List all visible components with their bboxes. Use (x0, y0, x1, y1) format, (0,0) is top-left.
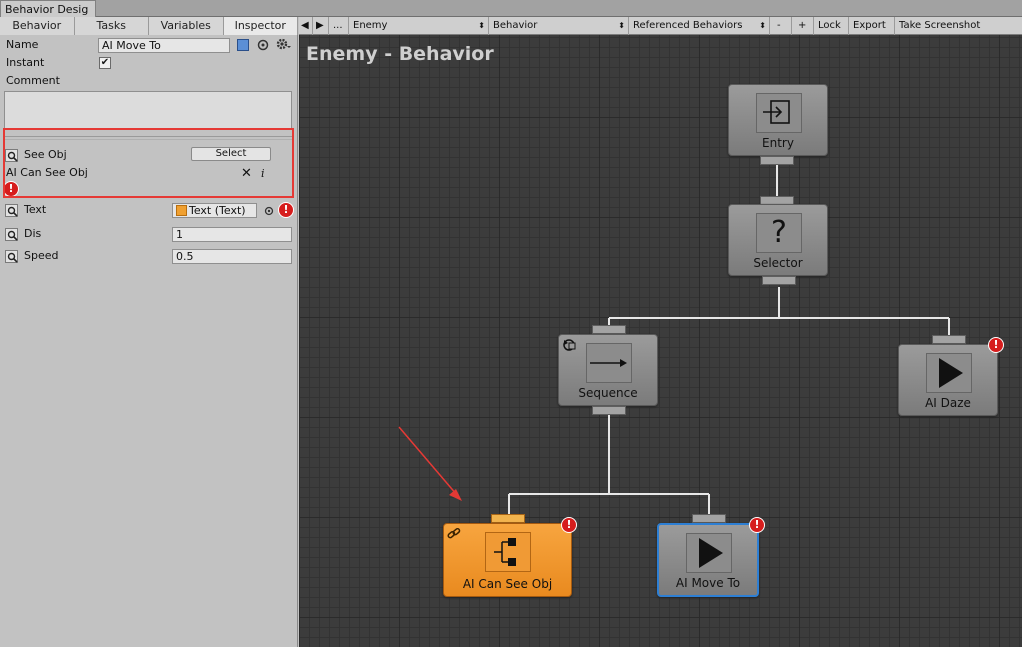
inspector-panel: Behavior Tasks Variables Inspector Name … (0, 17, 298, 647)
error-icon: ! (988, 337, 1004, 353)
target-icon[interactable] (257, 39, 269, 51)
help-icon[interactable] (237, 39, 249, 51)
sequence-node[interactable]: Sequence (558, 334, 658, 406)
speed-field[interactable]: 0.5 (172, 249, 292, 264)
tab-behavior[interactable]: Behavior (0, 17, 75, 35)
text-label: Text (24, 203, 47, 216)
repeat-icon (561, 337, 577, 353)
variable-toggle-icon[interactable] (5, 250, 18, 263)
annotation-arrow (398, 426, 462, 501)
comment-label: Comment (6, 74, 60, 87)
entry-node[interactable]: Entry (728, 84, 828, 156)
highlight-box (3, 128, 294, 198)
selector-icon: ? (756, 213, 802, 253)
dis-field[interactable]: 1 (172, 227, 292, 242)
text-object-value: Text (Text) (189, 204, 246, 217)
ai-move-to-label: AI Move To (675, 576, 741, 590)
tab-inspector[interactable]: Inspector (223, 17, 298, 35)
tab-variables[interactable]: Variables (149, 17, 224, 35)
behavior-graph[interactable]: ◀ ▶ ... Enemy ⬍ Behavior ⬍ Referenced Beha… (299, 17, 1022, 647)
node-connector[interactable] (692, 514, 726, 523)
ai-can-see-obj-label: AI Can See Obj (462, 577, 553, 591)
selector-node[interactable]: ? Selector (728, 204, 828, 276)
window-tabbar: Behavior Desig (0, 0, 1022, 17)
ai-move-to-node[interactable]: AI Move To (657, 523, 759, 597)
dis-label: Dis (24, 227, 42, 240)
instant-checkbox[interactable]: ✔ (99, 57, 111, 69)
sequence-label: Sequence (578, 386, 638, 400)
entry-icon (756, 93, 802, 133)
selector-label: Selector (753, 256, 803, 270)
entry-label: Entry (762, 136, 794, 150)
gear-icon[interactable] (276, 38, 292, 50)
play-icon (686, 533, 732, 573)
ai-can-see-obj-node[interactable]: AI Can See Obj (443, 523, 572, 597)
object-picker-icon[interactable] (263, 205, 275, 217)
error-icon: ! (561, 517, 577, 533)
error-icon: ! (278, 202, 294, 218)
instant-label: Instant (6, 56, 45, 69)
variable-toggle-icon[interactable] (5, 228, 18, 241)
text-component-icon (176, 205, 187, 216)
node-connector[interactable] (592, 325, 626, 334)
conditional-icon (485, 532, 531, 572)
node-connector[interactable] (760, 156, 794, 165)
left-tabs: Behavior Tasks Variables Inspector (0, 17, 298, 35)
question-mark-icon: ? (771, 215, 787, 250)
name-field[interactable]: AI Move To (98, 38, 230, 53)
ai-daze-node[interactable]: AI Daze (898, 344, 998, 416)
speed-label: Speed (24, 249, 59, 262)
node-connector[interactable] (592, 406, 626, 415)
window-tab[interactable]: Behavior Desig (0, 0, 96, 17)
node-connector[interactable] (491, 514, 525, 523)
node-connector[interactable] (762, 276, 796, 285)
link-icon (446, 526, 462, 542)
error-icon: ! (749, 517, 765, 533)
name-label: Name (6, 38, 39, 51)
text-object-field[interactable]: Text (Text) (172, 203, 257, 218)
comment-textarea[interactable] (4, 91, 292, 129)
play-icon (926, 353, 972, 393)
sequence-icon (586, 343, 632, 383)
variable-toggle-icon[interactable] (5, 204, 18, 217)
ai-daze-label: AI Daze (925, 396, 971, 410)
tab-tasks[interactable]: Tasks (74, 17, 149, 35)
node-connector[interactable] (932, 335, 966, 344)
